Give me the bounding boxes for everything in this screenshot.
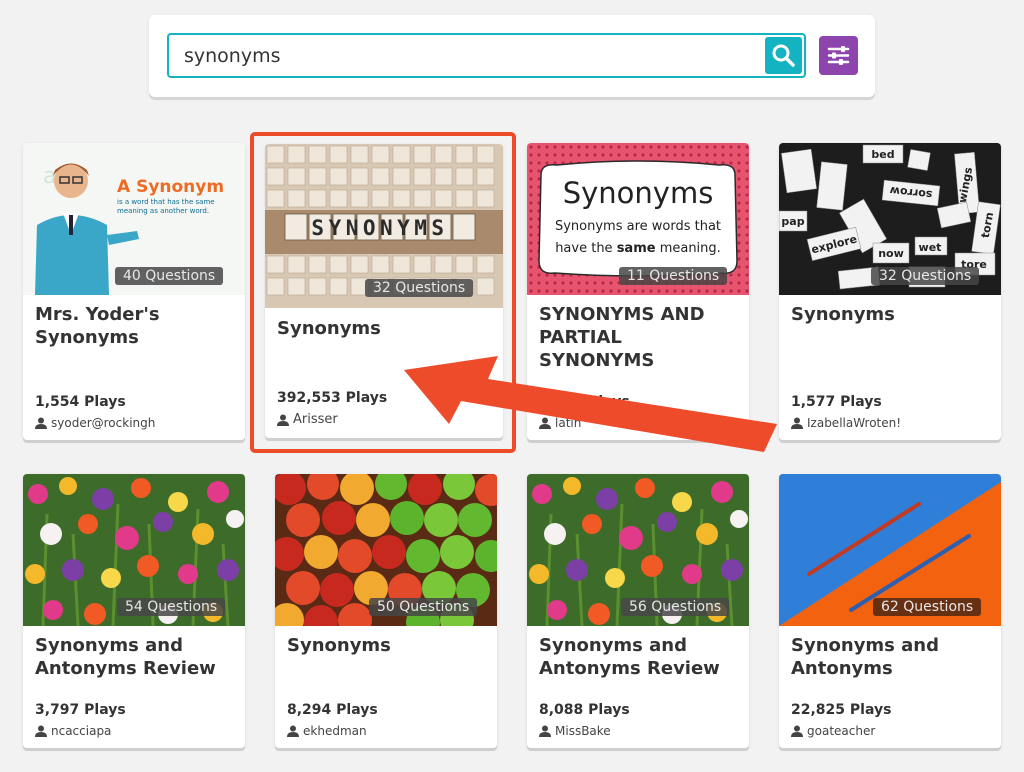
search-panel: synonyms — [149, 15, 875, 97]
svg-text:a: a — [43, 164, 56, 189]
author-name: ekhedman — [303, 724, 367, 738]
play-count: 8,088 Plays — [539, 702, 630, 718]
highlight-box — [250, 132, 516, 453]
thumb-word: pap — [781, 215, 804, 228]
play-count: 1,554 Plays — [35, 394, 126, 410]
author[interactable]: latin — [539, 416, 581, 430]
quiz-title[interactable]: Synonyms and Antonyms Review — [539, 634, 739, 680]
quiz-card[interactable]: a x A Synonym is a word that has the sam… — [23, 143, 245, 440]
question-count-badge: 62 Questions — [873, 598, 982, 616]
quiz-title[interactable]: Synonyms — [287, 634, 487, 657]
quiz-title[interactable]: Synonyms and Antonyms Review — [35, 634, 235, 680]
thumb-line-2: have the same meaning. — [555, 241, 721, 256]
author[interactable]: ncacciapa — [35, 724, 111, 738]
search-icon — [772, 44, 795, 67]
thumb-text: is a word that has the same meaning as a… — [117, 198, 215, 215]
play-count: 1,577 Plays — [791, 394, 882, 410]
person-icon — [791, 417, 803, 429]
author-name: goateacher — [807, 724, 876, 738]
author[interactable]: goateacher — [791, 724, 875, 738]
question-count-badge: 11 Questions — [619, 267, 728, 285]
author[interactable]: ekhedman — [287, 724, 367, 738]
search-input[interactable]: synonyms — [167, 33, 806, 78]
person-icon — [539, 725, 551, 737]
play-count: 22,825 Plays — [791, 702, 892, 718]
play-count: 2,028 Plays — [539, 394, 630, 410]
question-count-badge: 50 Questions — [369, 598, 478, 616]
quiz-title[interactable]: Mrs. Yoder's Synonyms — [35, 303, 235, 349]
quiz-card[interactable]: 56 Questions Synonyms and Antonyms Revie… — [527, 474, 749, 748]
quiz-card[interactable]: bed wings wet now torn sorrow explore pa… — [779, 143, 1001, 440]
question-count-badge: 54 Questions — [117, 598, 226, 616]
thumb-line-1: Synonyms are words that — [555, 219, 721, 234]
sliders-icon — [827, 46, 850, 65]
person-icon — [791, 725, 803, 737]
thumb-word: bed — [871, 148, 894, 161]
play-count: 3,797 Plays — [35, 702, 126, 718]
quiz-title[interactable]: Synonyms and Antonyms — [791, 634, 991, 680]
question-count-badge: 56 Questions — [621, 598, 730, 616]
author[interactable]: MissBake — [539, 724, 611, 738]
question-count-badge: 32 Questions — [871, 267, 980, 285]
thumb-heading: Synonyms — [563, 176, 714, 210]
quiz-card[interactable]: 54 Questions Synonyms and Antonyms Revie… — [23, 474, 245, 748]
author[interactable]: syoder@rockingh — [35, 416, 155, 430]
quiz-card[interactable]: 50 Questions Synonyms 8,294 Plays ekhedm… — [275, 474, 497, 748]
person-icon — [35, 417, 47, 429]
quiz-title[interactable]: SYNONYMS AND PARTIAL SYNONYMS — [539, 303, 739, 372]
author-name: ncacciapa — [51, 724, 112, 738]
person-icon — [287, 725, 299, 737]
quiz-title[interactable]: Synonyms — [791, 303, 991, 326]
quiz-card[interactable]: 62 Questions Synonyms and Antonyms 22,82… — [779, 474, 1001, 748]
author-name: IzabellaWroten! — [807, 416, 902, 430]
author-name: latin — [555, 416, 582, 430]
filter-button[interactable] — [819, 36, 858, 75]
author-name: syoder@rockingh — [51, 416, 156, 430]
search-input-value[interactable]: synonyms — [184, 45, 281, 67]
thumb-word: wet — [919, 241, 942, 254]
author-name: MissBake — [555, 724, 611, 738]
question-count-badge: 40 Questions — [115, 267, 224, 285]
person-icon — [539, 417, 551, 429]
author[interactable]: IzabellaWroten! — [791, 416, 901, 430]
quiz-card[interactable]: Synonyms Synonyms are words that have th… — [527, 143, 749, 440]
play-count: 8,294 Plays — [287, 702, 378, 718]
thumb-word: now — [878, 247, 904, 260]
search-button[interactable] — [765, 37, 802, 74]
thumb-heading: A Synonym — [117, 177, 224, 197]
person-icon — [35, 725, 47, 737]
